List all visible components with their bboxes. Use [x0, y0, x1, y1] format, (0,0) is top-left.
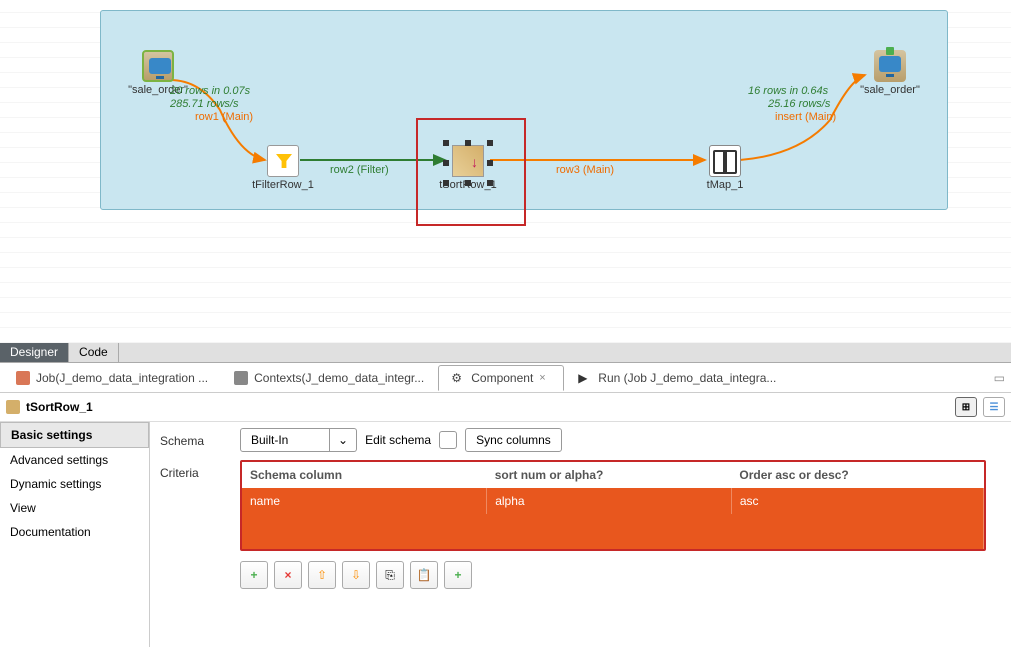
edit-schema-checkbox[interactable]	[439, 431, 457, 449]
component-label: "sale_order"	[840, 84, 940, 96]
config-title: tSortRow_1	[26, 400, 93, 414]
play-icon: ▶	[578, 371, 592, 385]
component-label: tFilterRow_1	[233, 179, 333, 191]
close-icon[interactable]: ×	[539, 372, 551, 384]
column-header-order[interactable]: Order asc or desc?	[731, 462, 983, 488]
tab-run[interactable]: ▶ Run (Job J_demo_data_integra...	[566, 366, 788, 390]
database-output-icon	[874, 50, 906, 82]
filter-icon	[267, 145, 299, 177]
resize-handle[interactable]	[487, 140, 493, 146]
tab-label: Component	[471, 371, 533, 385]
sort-icon	[452, 145, 484, 177]
component-config-panel: tSortRow_1 ⊞ ☰ Basic settings Advanced s…	[0, 393, 1011, 647]
component-label: "sale_order"	[108, 84, 208, 96]
view-grid-button[interactable]: ⊞	[955, 397, 977, 417]
import-button[interactable]: +	[444, 561, 472, 589]
resize-handle[interactable]	[487, 180, 493, 186]
list-icon: ☰	[990, 402, 999, 413]
table-header-row: Schema column sort num or alpha? Order a…	[242, 462, 984, 488]
panel-controls: ▭	[994, 371, 1005, 385]
component-tmap[interactable]: tMap_1	[675, 145, 775, 191]
copy-icon: ⎘	[385, 568, 395, 583]
arrow-in-icon	[886, 47, 894, 55]
resize-handle[interactable]	[465, 140, 471, 146]
job-icon	[16, 371, 30, 385]
cell-sort-type[interactable]: alpha	[487, 488, 732, 514]
view-tabbar: Designer Code	[0, 343, 1011, 363]
copy-button[interactable]: ⎘	[376, 561, 404, 589]
view-list-button[interactable]: ☰	[983, 397, 1005, 417]
tab-label: Contexts(J_demo_data_integr...	[254, 371, 424, 385]
paste-button[interactable]: 📋	[410, 561, 438, 589]
sort-icon	[6, 400, 20, 414]
config-header: tSortRow_1 ⊞ ☰	[0, 393, 1011, 422]
tab-label: Job(J_demo_data_integration ...	[36, 371, 208, 385]
paste-icon: 📋	[417, 568, 432, 582]
tab-designer[interactable]: Designer	[0, 343, 69, 362]
resize-handle[interactable]	[487, 160, 493, 166]
component-source-db[interactable]: "sale_order"	[108, 50, 208, 96]
resize-handle[interactable]	[443, 180, 449, 186]
cell-order[interactable]: asc	[731, 488, 983, 514]
arrow-down-icon: ⇩	[351, 568, 361, 582]
edit-schema-label: Edit schema	[365, 433, 431, 447]
tab-component[interactable]: ⚙ Component ×	[438, 365, 564, 391]
subjob-container	[100, 10, 948, 210]
component-filter[interactable]: tFilterRow_1	[233, 145, 333, 191]
nav-dynamic-settings[interactable]: Dynamic settings	[0, 472, 149, 496]
column-header-schema[interactable]: Schema column	[242, 462, 487, 488]
plus-icon: +	[250, 568, 257, 582]
resize-handle[interactable]	[443, 140, 449, 146]
schema-select[interactable]: Built-In ⌄	[240, 428, 357, 452]
nav-view[interactable]: View	[0, 496, 149, 520]
database-input-icon	[142, 50, 174, 82]
criteria-label: Criteria	[160, 460, 240, 480]
move-down-button[interactable]: ⇩	[342, 561, 370, 589]
contexts-icon	[234, 371, 248, 385]
table-toolbar: + × ⇧ ⇩ ⎘ 📋 +	[240, 561, 1001, 589]
resize-handle[interactable]	[443, 160, 449, 166]
table-row[interactable]: name alpha asc	[242, 488, 984, 514]
component-icon: ⚙	[451, 371, 465, 385]
nav-advanced-settings[interactable]: Advanced settings	[0, 448, 149, 472]
sync-columns-button[interactable]: Sync columns	[465, 428, 562, 452]
nav-basic-settings[interactable]: Basic settings	[0, 422, 149, 448]
move-up-button[interactable]: ⇧	[308, 561, 336, 589]
designer-canvas[interactable]: "sale_order" tFilterRow_1 tSortRow_1 tMa…	[0, 0, 1011, 343]
minimize-icon[interactable]: ▭	[994, 371, 1005, 385]
settings-content: Schema Built-In ⌄ Edit schema Sync colum…	[150, 422, 1011, 647]
criteria-table-container: Schema column sort num or alpha? Order a…	[240, 460, 986, 551]
resize-handle[interactable]	[465, 180, 471, 186]
arrow-up-icon: ⇧	[317, 568, 327, 582]
grid-icon: ⊞	[962, 402, 970, 413]
tab-code[interactable]: Code	[69, 343, 119, 362]
remove-row-button[interactable]: ×	[274, 561, 302, 589]
nav-documentation[interactable]: Documentation	[0, 520, 149, 544]
plus-icon: +	[454, 568, 461, 582]
column-header-sort-type[interactable]: sort num or alpha?	[487, 462, 732, 488]
component-target-db[interactable]: "sale_order"	[840, 50, 940, 96]
chevron-down-icon[interactable]: ⌄	[330, 428, 357, 452]
add-row-button[interactable]: +	[240, 561, 268, 589]
settings-nav: Basic settings Advanced settings Dynamic…	[0, 422, 150, 647]
criteria-table[interactable]: Schema column sort num or alpha? Order a…	[242, 462, 984, 549]
table-blank-area[interactable]	[242, 514, 984, 549]
tab-label: Run (Job J_demo_data_integra...	[598, 371, 776, 385]
tab-contexts[interactable]: Contexts(J_demo_data_integr...	[222, 366, 436, 390]
cell-schema-column[interactable]: name	[242, 488, 487, 514]
tmap-icon	[709, 145, 741, 177]
x-icon: ×	[284, 568, 291, 582]
panel-tabbar: Job(J_demo_data_integration ... Contexts…	[0, 363, 1011, 393]
schema-label: Schema	[160, 428, 240, 448]
schema-value: Built-In	[240, 428, 330, 452]
tab-job[interactable]: Job(J_demo_data_integration ...	[4, 366, 220, 390]
component-label: tMap_1	[675, 179, 775, 191]
